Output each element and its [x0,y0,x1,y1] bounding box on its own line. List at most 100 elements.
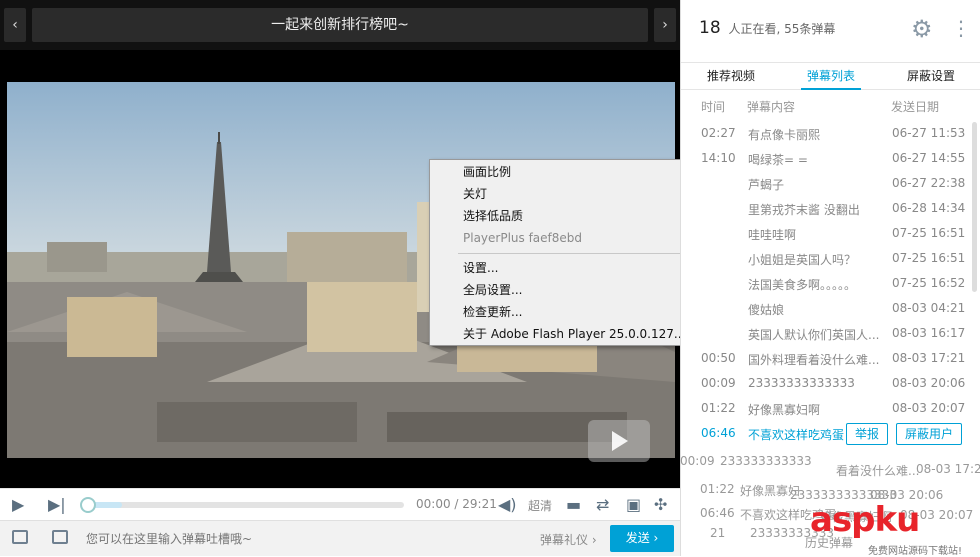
play-overlay-button[interactable] [588,420,650,462]
danmaku-row[interactable]: 英国人默认你们英国人... 08-03 16:17 [681,322,977,347]
play-icon[interactable]: ▶ [12,495,24,515]
danmaku-date: 08-03 17:21 [892,351,966,365]
danmaku-toggle-icon[interactable]: ▬ [566,495,581,515]
tab-block-settings[interactable]: 屏蔽设置 [881,63,980,90]
menu-item-low-quality[interactable]: 选择低品质 [463,207,523,225]
menu-item-about-flash[interactable]: 关于 Adobe Flash Player 25.0.0.127... [463,325,685,343]
danmaku-date: 07-25 16:51 [892,226,966,240]
danmaku-content: 喝绿茶= = [748,153,808,167]
pip-icon[interactable] [52,530,68,544]
player-title-bar: ‹ 一起来创新排行榜吧~ › [0,0,680,50]
col-time[interactable]: 时间 [701,98,725,115]
overlay-time: 21 [710,526,726,540]
danmaku-content: 傻姑娘 [748,303,785,317]
overlay-time: 06:46 [700,506,735,520]
danmaku-row[interactable]: 02:27 有点像卡丽熙 06-27 11:53 [681,122,977,147]
danmaku-time: 14:10 [701,151,736,165]
tab-recommended[interactable]: 推荐视频 [681,63,781,90]
overlay-time: 01:22 [700,482,735,496]
danmaku-date: 06-28 14:34 [892,201,966,215]
danmaku-content: 里第戎芥末酱 没翻出 [748,203,860,217]
danmaku-date: 08-03 20:06 [892,376,966,390]
col-date[interactable]: 发送日期 [891,98,939,115]
overlay-date: 08-03 17:21 [916,462,980,476]
danmaku-input-bar: 弹幕礼仪 › 发送 › [0,520,680,556]
danmaku-row[interactable]: 00:09 23333333333333 08-03 20:06 [681,372,977,397]
tv-icon[interactable]: ▣ [626,495,641,515]
danmaku-row[interactable]: 06:46 不喜欢这样吃鸡蛋 举报 屏蔽用户 [681,422,977,447]
volume-icon[interactable]: ◀) [498,495,517,515]
danmaku-style-icon[interactable] [12,530,28,544]
video-player: ‹ 一起来创新排行榜吧~ › 画面比例 关灯 选择低品质 PlayerPlus … [0,0,751,556]
danmaku-time: 01:22 [701,401,736,415]
danmaku-content: 芦蝎子 [748,178,785,192]
danmaku-date: 06-27 22:38 [892,176,966,190]
menu-item-lights-off[interactable]: 关灯 [463,185,487,203]
overlay-content: 233333333333 [720,454,812,468]
danmaku-content: 有点像卡丽熙 [748,128,821,142]
next-episode-icon[interactable]: ▶| [48,495,66,515]
tab-danmaku-list[interactable]: 弹幕列表 [801,63,861,90]
danmaku-time: 02:27 [701,126,736,140]
gear-icon[interactable]: ⚙ [911,16,933,42]
danmaku-date: 06-27 11:53 [892,126,966,140]
quality-selector[interactable]: 超清 [528,497,552,514]
danmaku-etiquette-link[interactable]: 弹幕礼仪 › [540,531,597,548]
next-arrow-button[interactable]: › [654,8,676,42]
danmaku-row[interactable]: 14:10 喝绿茶= = 06-27 14:55 [681,147,977,172]
danmaku-time: 00:09 [701,376,736,390]
viewer-text: 人正在看, 55条弹幕 [728,22,836,36]
danmaku-row[interactable]: 01:22 好像黑寡妇啊 08-03 20:07 [681,397,977,422]
danmaku-content: 小姐姐是英国人吗？ [748,253,857,267]
menu-item-playerplus: PlayerPlus faef8ebd [463,231,583,245]
danmaku-row[interactable]: 00:50 国外料理看着没什么难... 08-03 17:21 [681,347,977,372]
overlay-time: 00:09 [680,454,715,468]
danmaku-content: 好像黑寡妇啊 [748,403,821,417]
danmaku-date: 07-25 16:52 [892,276,966,290]
col-content[interactable]: 弹幕内容 [747,98,795,115]
prev-arrow-button[interactable]: ‹ [4,8,26,42]
time-label: 00:00 / 29:21 [416,497,497,511]
viewer-count: 18 [699,18,721,38]
danmaku-row[interactable]: 里第戎芥末酱 没翻出 06-28 14:34 [681,197,977,222]
more-icon[interactable]: ⋮ [951,17,971,39]
site-watermark: aspku 免费网站源码下载站! [810,500,980,557]
loop-icon[interactable]: ⇄ [596,495,609,515]
danmaku-time: 06:46 [701,426,736,440]
sidebar-tabs: 推荐视频 弹幕列表 屏蔽设置 [681,62,980,90]
menu-item-settings[interactable]: 设置... [463,259,498,277]
send-button[interactable]: 发送 › [610,525,674,552]
danmaku-row[interactable]: 傻姑娘 08-03 04:21 [681,297,977,322]
menu-item-global-settings[interactable]: 全局设置... [463,281,522,299]
fullscreen-icon[interactable]: ✣ [654,495,667,515]
danmaku-content: 哇哇哇啊 [748,228,797,242]
menu-item-aspect-ratio[interactable]: 画面比例 [463,163,511,181]
danmaku-input[interactable] [86,525,526,553]
danmaku-content: 英国人默认你们英国人... [748,328,880,342]
scrollbar[interactable] [972,122,977,292]
danmaku-row[interactable]: 小姐姐是英国人吗？ 07-25 16:51 [681,247,977,272]
block-user-button[interactable]: 屏蔽用户 [896,423,962,445]
danmaku-content: 法国美食多啊。。。。。 [748,278,857,292]
danmaku-content: 23333333333333 [748,376,855,390]
watermark-subtitle: 免费网站源码下载站! [868,546,963,557]
danmaku-row[interactable]: 芦蝎子 06-27 22:38 [681,172,977,197]
danmaku-time: 00:50 [701,351,736,365]
menu-item-check-updates[interactable]: 检查更新... [463,303,522,321]
viewer-info: 18 人正在看, 55条弹幕 [699,18,835,38]
progress-knob[interactable] [80,497,96,513]
report-button[interactable]: 举报 [846,423,888,445]
watermark-logo: aspku [810,500,920,540]
danmaku-date: 08-03 16:17 [892,326,966,340]
danmaku-row[interactable]: 法国美食多啊。。。。。 07-25 16:52 [681,272,977,297]
danmaku-content: 国外料理看着没什么难... [748,353,880,367]
danmaku-list: 02:27 有点像卡丽熙 06-27 11:53 14:10 喝绿茶= = 06-27 1… [681,122,977,447]
danmaku-date: 08-03 04:21 [892,301,966,315]
danmaku-date: 06-27 14:55 [892,151,966,165]
danmaku-date: 08-03 20:07 [892,401,966,415]
danmaku-column-header: 时间 弹幕内容 发送日期 [681,92,980,118]
player-controls: ▶ ▶| 00:00 / 29:21 ◀) 超清 ▬ ⇄ ▣ ✣ [0,488,680,520]
overlay-content: 看着没什么难... [836,464,920,478]
progress-bar[interactable] [80,497,404,513]
danmaku-row[interactable]: 哇哇哇啊 07-25 16:51 [681,222,977,247]
